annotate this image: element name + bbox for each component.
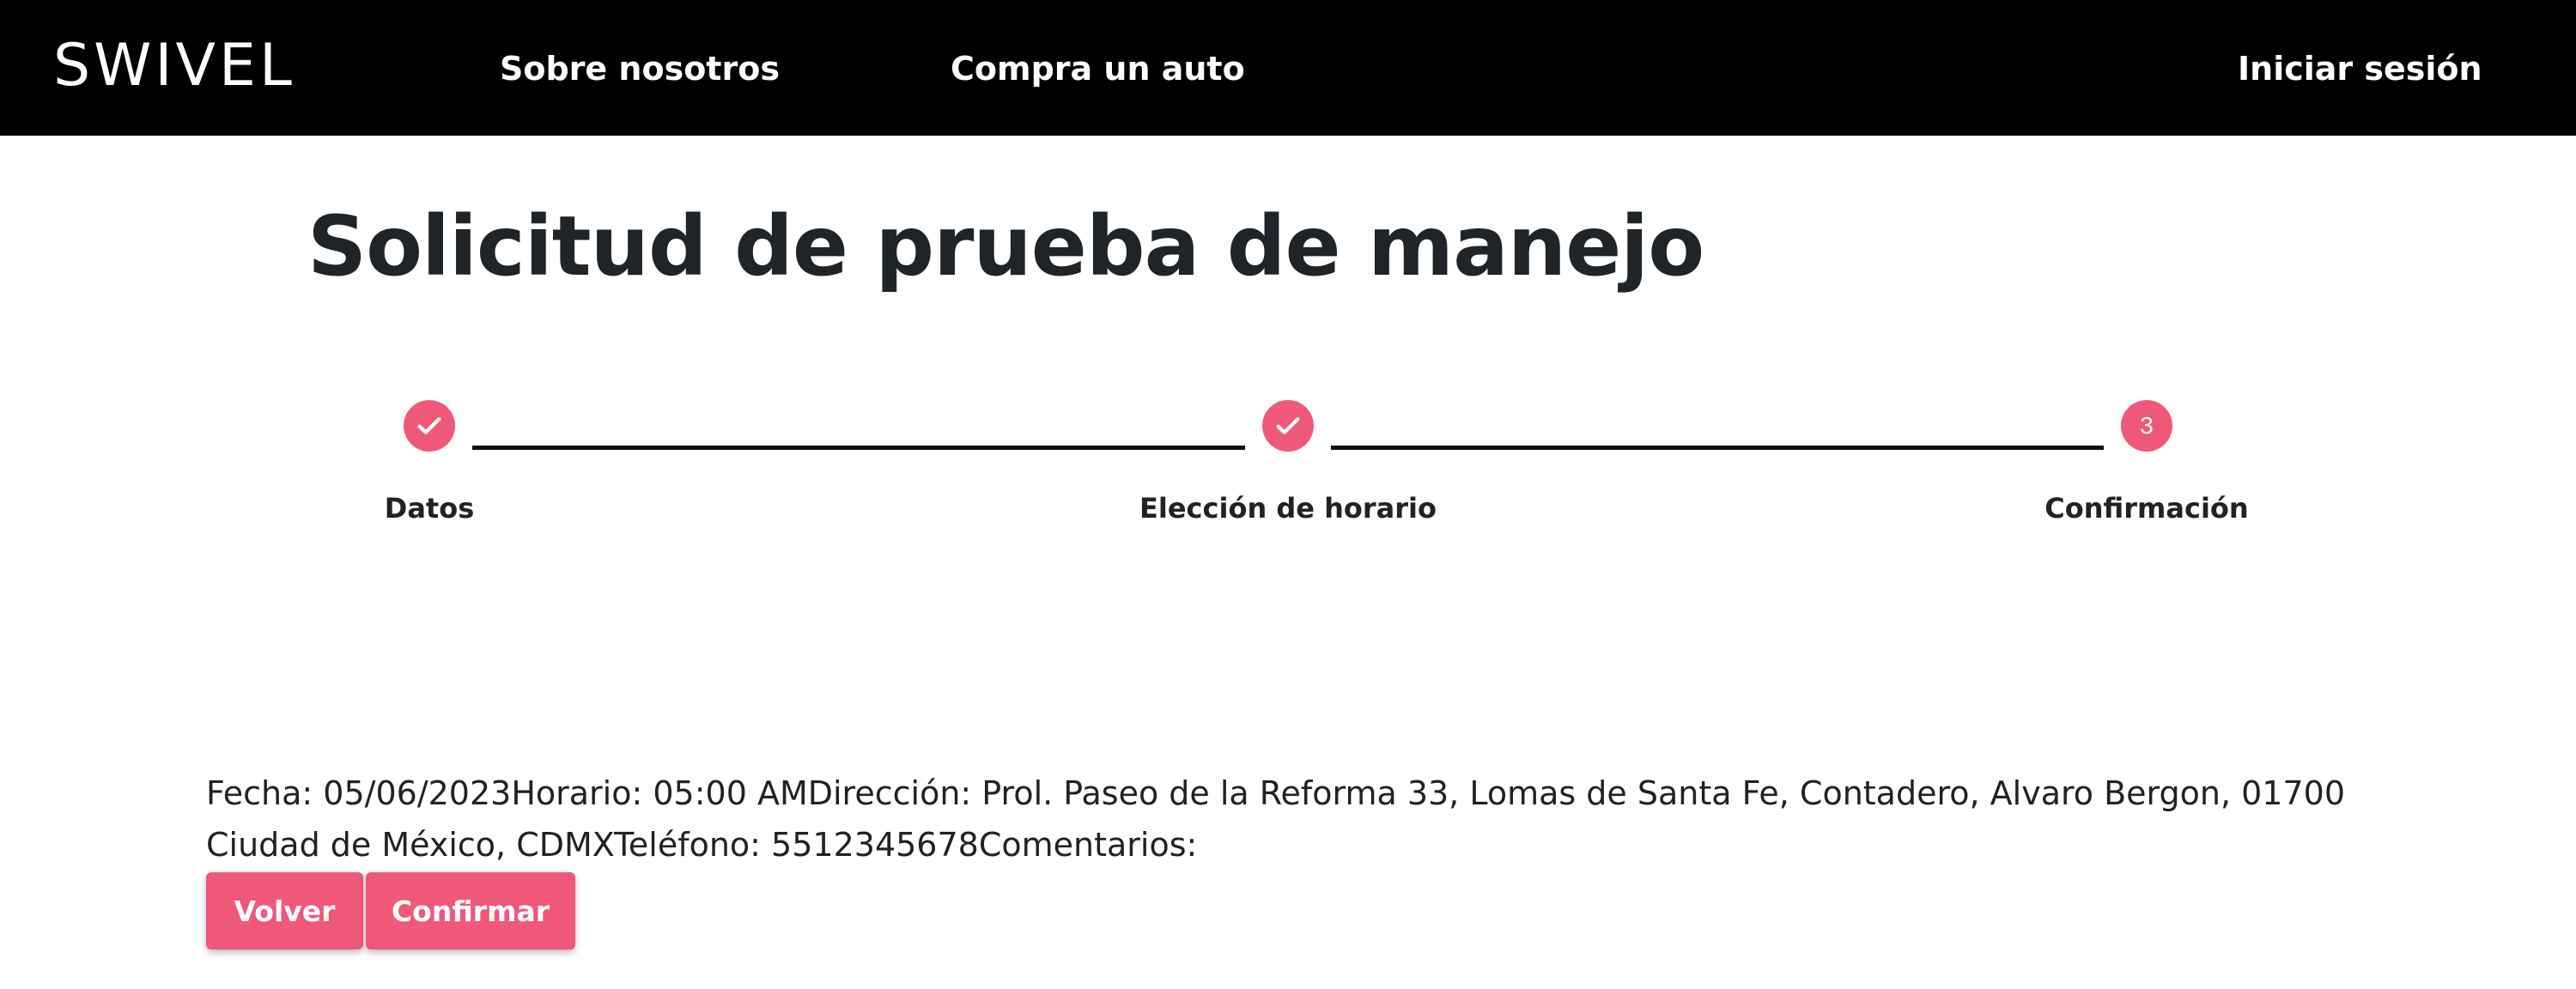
step-label-confirmacion: Confirmación <box>2044 492 2249 525</box>
confirm-button[interactable]: Confirmar <box>366 872 575 950</box>
step-label-horario: Elección de horario <box>1139 492 1437 525</box>
check-icon <box>1276 417 1300 434</box>
step-3-active-indicator: 3 <box>2121 400 2172 452</box>
step-connector-1 <box>472 446 1245 450</box>
nav-link-about[interactable]: Sobre nosotros <box>500 43 780 94</box>
step-connector-2 <box>1331 446 2104 450</box>
check-icon <box>417 417 441 434</box>
page-title: Solicitud de prueba de manejo <box>307 198 1704 294</box>
nav-link-buy-car[interactable]: Compra un auto <box>951 43 1245 94</box>
nav-link-login[interactable]: Iniciar sesión <box>2238 43 2482 94</box>
step-1-completed-indicator <box>404 400 455 452</box>
step-2-completed-indicator <box>1262 400 1314 452</box>
appointment-summary: Fecha: 05/06/2023Horario: 05:00 AMDirecc… <box>206 774 2346 864</box>
step-label-datos: Datos <box>384 492 475 525</box>
back-button[interactable]: Volver <box>206 872 363 950</box>
top-navbar: SWIVEL Sobre nosotros Compra un auto Ini… <box>0 0 2576 136</box>
swivel-logo[interactable]: SWIVEL <box>53 31 295 100</box>
